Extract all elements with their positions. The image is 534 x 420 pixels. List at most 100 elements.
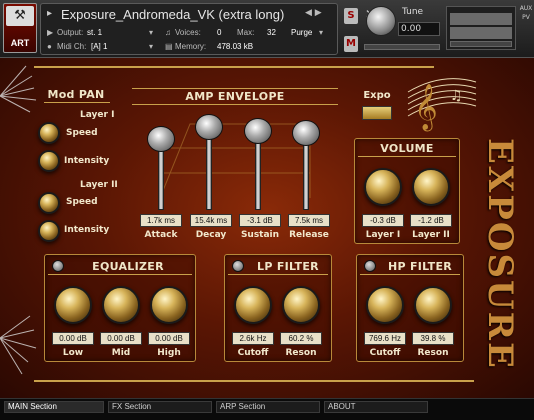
mod-pan-layer1-label: Layer I (80, 110, 115, 120)
solo-button[interactable]: S (344, 8, 358, 24)
hp-filter-underline (360, 274, 460, 275)
lp-reson-knob[interactable] (282, 286, 320, 324)
expo-label: Expo (363, 90, 391, 101)
release-value: 7.5k ms (288, 214, 330, 227)
midi-label: Midi Ch: (57, 42, 87, 51)
aux-pv-buttons[interactable]: AUX PV (519, 4, 533, 22)
section-tabs-bar: MAIN Section FX Section ARP Section ABOU… (0, 398, 534, 420)
sustain-label: Sustain (240, 230, 280, 240)
layer2-speed-knob[interactable] (38, 192, 60, 214)
layer1-volume-knob[interactable] (364, 168, 402, 206)
midi-icon: ● (47, 42, 52, 51)
purge-button[interactable]: Purge (291, 28, 312, 37)
voices-icon: ♫ (165, 28, 171, 37)
eq-low-label: Low (62, 348, 84, 358)
instrument-nav-arrows[interactable]: ◀ ▶ (305, 8, 322, 18)
tune-label: Tune (402, 7, 424, 17)
decay-value: 15.4k ms (190, 214, 232, 227)
eq-low-knob[interactable] (54, 286, 92, 324)
lp-filter-underline (228, 274, 328, 275)
max-value[interactable]: 32 (267, 28, 276, 37)
volume-slider[interactable] (450, 41, 512, 47)
layer1-intensity-knob[interactable] (38, 150, 60, 172)
lp-filter-title: LP FILTER (257, 260, 319, 273)
equalizer-underline (48, 274, 192, 275)
purge-dropdown-icon[interactable]: ▾ (319, 28, 323, 37)
layer2-volume-value: -1.2 dB (410, 214, 452, 227)
instrument-name[interactable]: Exposure_Andromeda_VK (extra long) (61, 7, 311, 22)
hp-cutoff-value: 769.6 Hz (364, 332, 406, 345)
output-value[interactable]: st. 1 (87, 28, 102, 37)
layer1-speed-knob[interactable] (38, 122, 60, 144)
tab-about[interactable]: ABOUT (324, 401, 428, 413)
mod-pan-underline (44, 102, 110, 103)
hp-reson-knob[interactable] (414, 286, 452, 324)
hp-reson-value: 39.8 % (412, 332, 454, 345)
mute-button[interactable]: M (344, 36, 358, 52)
midi-dropdown-icon[interactable]: ▾ (149, 42, 153, 51)
decay-fader-cap[interactable] (195, 114, 223, 140)
midi-value[interactable]: [A] 1 (91, 42, 107, 51)
tab-main-section[interactable]: MAIN Section (4, 401, 104, 413)
instrument-header: ⚒ ART ▸ Exposure_Andromeda_VK (extra lon… (0, 0, 534, 58)
layer1-volume-value: -0.3 dB (362, 214, 404, 227)
pan-slider[interactable] (364, 44, 440, 50)
layer2-volume-knob[interactable] (412, 168, 450, 206)
level-meter-right (450, 27, 512, 39)
hp-cutoff-knob[interactable] (366, 286, 404, 324)
eq-low-value: 0.00 dB (52, 332, 94, 345)
top-gold-divider (34, 66, 434, 68)
voices-label: Voices: (175, 28, 201, 37)
svg-text:♫: ♫ (450, 88, 463, 104)
expo-button[interactable] (362, 106, 392, 120)
aux-button[interactable]: AUX (519, 4, 533, 13)
lp-cutoff-knob[interactable] (234, 286, 272, 324)
bottom-gold-divider (34, 380, 474, 382)
lp-filter-power-toggle[interactable] (232, 260, 244, 272)
main-panel: Mod PAN Layer I Speed Intensity Layer II… (0, 58, 534, 398)
output-label: Output: (57, 28, 84, 37)
eq-high-value: 0.00 dB (148, 332, 190, 345)
instrument-info-panel: ▸ Exposure_Andromeda_VK (extra long) ◀ ▶… (40, 3, 375, 55)
output-icon: ▶ (47, 28, 54, 37)
instrument-icon-box: ⚒ ART (3, 3, 37, 53)
equalizer-power-toggle[interactable] (52, 260, 64, 272)
exposure-brand-text: EXPOSURE (480, 138, 520, 370)
eq-mid-knob[interactable] (102, 286, 140, 324)
eq-high-knob[interactable] (150, 286, 188, 324)
pv-button[interactable]: PV (519, 13, 533, 22)
sustain-fader-cap[interactable] (244, 118, 272, 144)
tune-knob[interactable] (366, 6, 396, 36)
mod-pan-title: Mod PAN (47, 88, 105, 101)
art-logo-label: ART (10, 38, 30, 48)
music-notes-decoration-icon: 𝄞 ♫ (407, 78, 477, 132)
hp-cutoff-label: Cutoff (369, 348, 401, 358)
output-dropdown-icon[interactable]: ▾ (149, 28, 153, 37)
layer1-intensity-label: Intensity (64, 156, 110, 166)
amp-envelope-top-line (132, 88, 338, 89)
tune-value[interactable]: 0.00 (398, 22, 440, 36)
layer2-speed-label: Speed (66, 197, 98, 207)
attack-label: Attack (144, 230, 178, 240)
expand-arrow-icon[interactable]: ▸ (47, 8, 52, 19)
volume-underline (358, 156, 456, 157)
hp-filter-power-toggle[interactable] (364, 260, 376, 272)
layer1-speed-label: Speed (66, 128, 98, 138)
lp-cutoff-label: Cutoff (237, 348, 269, 358)
memory-label: Memory: (175, 42, 207, 51)
svg-text:𝄞: 𝄞 (414, 84, 438, 132)
layer2-intensity-knob[interactable] (38, 220, 60, 242)
lp-cutoff-value: 2.6k Hz (232, 332, 274, 345)
release-label: Release (289, 230, 329, 240)
sustain-value: -3.1 dB (239, 214, 281, 227)
tab-arp-section[interactable]: ARP Section (216, 401, 320, 413)
amp-envelope-title: AMP ENVELOPE (185, 90, 285, 103)
attack-value: 1.7k ms (140, 214, 182, 227)
release-fader-cap[interactable] (292, 120, 320, 146)
max-label: Max: (237, 28, 255, 37)
wrench-icon[interactable]: ⚒ (6, 6, 34, 26)
voices-value: 0 (217, 28, 222, 37)
attack-fader-cap[interactable] (147, 126, 175, 152)
tab-fx-section[interactable]: FX Section (108, 401, 212, 413)
volume-title: VOLUME (380, 142, 434, 155)
